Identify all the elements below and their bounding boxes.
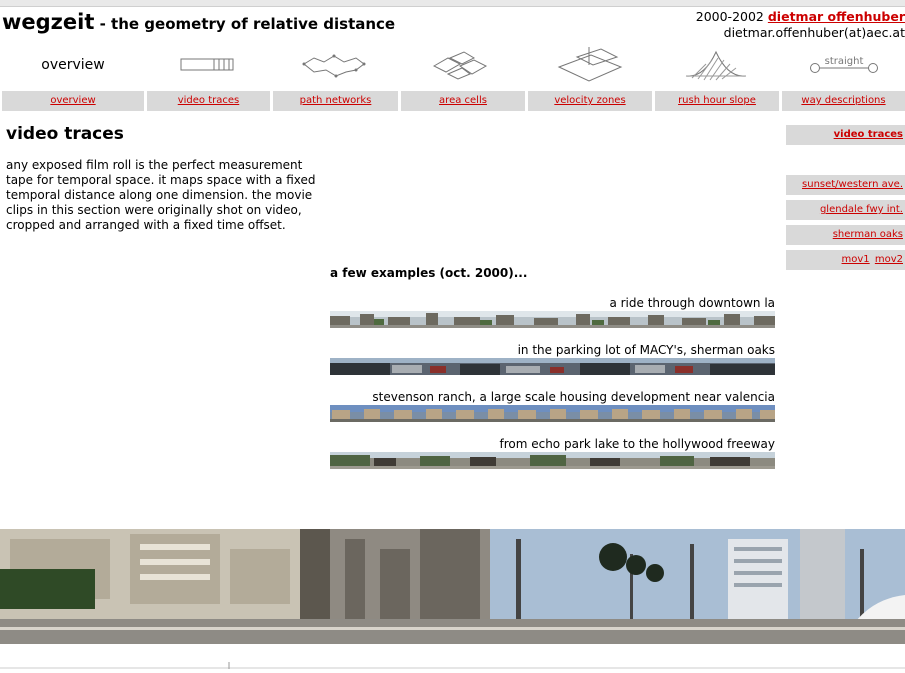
velocity-zones-icon[interactable]	[528, 42, 652, 88]
site-tagline: - the geometry of relative distance	[94, 15, 396, 33]
video-strip-parking[interactable]	[330, 358, 775, 375]
tab-path-networks-link[interactable]: path networks	[300, 95, 372, 106]
mov1-link[interactable]: mov1	[842, 254, 870, 265]
sidebar-current-link[interactable]: video traces	[834, 129, 903, 140]
tab-way-descriptions[interactable]: way descriptions	[782, 91, 905, 111]
project-years: 2000-2002	[695, 9, 768, 24]
credits: 2000-2002 dietmar offenhuber dietmar.off…	[696, 9, 905, 41]
tab-video-traces[interactable]: video traces	[147, 91, 270, 111]
example-caption: a ride through downtown la	[609, 296, 775, 310]
examples-heading: a few examples (oct. 2000)...	[330, 266, 528, 280]
overview-label: overview	[41, 57, 105, 73]
sidebar-item-sunset[interactable]: sunset/western ave.	[786, 175, 905, 195]
example-caption: stevenson ranch, a large scale housing d…	[372, 390, 775, 404]
browser-top-strip	[0, 0, 905, 7]
rush-hour-slope-icon[interactable]	[654, 42, 778, 88]
example-caption: from echo park lake to the hollywood fre…	[499, 437, 775, 451]
mov2-link[interactable]: mov2	[875, 254, 903, 265]
tab-velocity-zones-link[interactable]: velocity zones	[554, 95, 625, 106]
sidebar-item-glendale[interactable]: glendale fwy int.	[786, 200, 905, 220]
sidebar-current[interactable]: video traces	[786, 125, 905, 145]
straight-label: straight	[824, 56, 863, 67]
intro-text: any exposed film roll is the perfect mea…	[6, 158, 316, 232]
example-caption: in the parking lot of MACY's, sherman oa…	[517, 343, 775, 357]
sidebar-item-sherman[interactable]: sherman oaks	[786, 225, 905, 245]
tab-video-traces-link[interactable]: video traces	[178, 95, 240, 106]
sidebar-link-sunset[interactable]: sunset/western ave.	[802, 179, 903, 190]
straight-icon[interactable]: straight	[782, 42, 905, 88]
sidebar-link-glendale[interactable]: glendale fwy int.	[820, 204, 903, 215]
tab-overview-link[interactable]: overview	[50, 95, 95, 106]
sidebar-link-sherman[interactable]: sherman oaks	[833, 229, 903, 240]
tab-area-cells[interactable]: area cells	[401, 91, 525, 111]
tab-rush-hour-slope-link[interactable]: rush hour slope	[678, 95, 756, 106]
brand-name: wegzeit	[2, 10, 95, 34]
main-nav: overview video traces path networks area…	[0, 91, 905, 112]
section-icon-row: overview straight	[0, 42, 905, 88]
page-title: video traces	[6, 124, 124, 144]
area-cells-icon[interactable]	[400, 42, 524, 88]
video-strip-echo-park[interactable]	[330, 452, 775, 469]
video-traces-icon[interactable]	[146, 42, 268, 88]
video-strip-stevenson[interactable]	[330, 405, 775, 422]
tab-velocity-zones[interactable]: velocity zones	[528, 91, 652, 111]
icon-overview[interactable]: overview	[2, 42, 144, 88]
tab-area-cells-link[interactable]: area cells	[439, 95, 487, 106]
site-title: wegzeit - the geometry of relative dista…	[2, 10, 395, 34]
author-link[interactable]: dietmar offenhuber	[768, 9, 905, 24]
downtown-panorama-image	[0, 529, 905, 644]
tab-overview[interactable]: overview	[2, 91, 144, 111]
video-strip-downtown[interactable]	[330, 311, 775, 328]
path-networks-icon[interactable]	[272, 42, 398, 88]
tab-way-descriptions-link[interactable]: way descriptions	[801, 95, 885, 106]
tab-rush-hour-slope[interactable]: rush hour slope	[655, 91, 779, 111]
sidebar-item-movies: mov1 mov2	[786, 250, 905, 270]
author-email: dietmar.offenhuber(at)aec.at	[723, 25, 905, 40]
browser-status-area	[0, 648, 905, 669]
tab-path-networks[interactable]: path networks	[273, 91, 398, 111]
